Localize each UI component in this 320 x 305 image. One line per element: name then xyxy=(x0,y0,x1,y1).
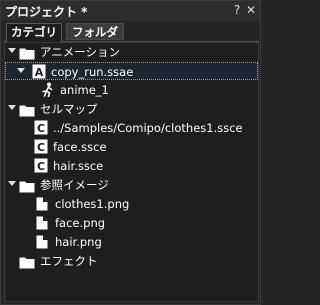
tree-item-hair-ssce[interactable]: C hair.ssce xyxy=(5,157,258,175)
tree-item-label: copy_run.ssae xyxy=(51,65,134,79)
tree-item-clothes1-png[interactable]: clothes1.png xyxy=(5,195,258,213)
tree-item-anime-1[interactable]: anime_1 xyxy=(5,81,258,99)
svg-text:C: C xyxy=(37,141,45,154)
tree-item-label: face.png xyxy=(55,216,106,230)
expand-arrow-icon[interactable] xyxy=(17,68,25,73)
cellmap-file-icon: C xyxy=(34,139,48,158)
tree-item-label: face.ssce xyxy=(53,140,107,154)
project-panel: プロジェクト * ? ✕ カテゴリ フォルダ アニメーション A copy_ru… xyxy=(0,0,261,305)
tree-item-copy-run-ssae[interactable]: A copy_run.ssae xyxy=(5,62,258,80)
tree-item-effect-folder[interactable]: エフェクト xyxy=(5,252,258,270)
tree-item-label: アニメーション xyxy=(40,45,121,59)
tree-item-label: anime_1 xyxy=(60,83,109,97)
expand-arrow-icon[interactable] xyxy=(8,105,16,110)
image-file-icon xyxy=(36,234,48,253)
image-file-icon xyxy=(36,196,48,215)
tree-item-label: hair.ssce xyxy=(53,159,104,173)
folder-icon xyxy=(19,254,35,273)
tree-item-label: 参照イメージ xyxy=(40,178,109,192)
help-button[interactable]: ? xyxy=(230,3,244,18)
svg-text:C: C xyxy=(37,160,45,173)
tree-item-label: hair.png xyxy=(55,235,102,249)
tree-item-face-ssce[interactable]: C face.ssce xyxy=(5,138,258,156)
tree-item-clothes1-ssce[interactable]: C ../Samples/Comipo/clothes1.ssce xyxy=(5,119,258,137)
close-button[interactable]: ✕ xyxy=(244,3,258,18)
svg-text:C: C xyxy=(37,122,45,135)
running-figure-icon xyxy=(41,82,55,101)
tree-item-hair-png[interactable]: hair.png xyxy=(5,233,258,251)
view-tabs: カテゴリ フォルダ xyxy=(4,22,259,42)
tab-folder[interactable]: フォルダ xyxy=(66,23,124,40)
image-file-icon xyxy=(36,215,48,234)
cellmap-file-icon: C xyxy=(34,120,48,139)
panel-titlebar[interactable]: プロジェクト * ? ✕ xyxy=(1,1,260,21)
cellmap-file-icon: C xyxy=(34,158,48,177)
tree-item-animation-folder[interactable]: アニメーション xyxy=(5,43,258,61)
tree-item-label: clothes1.png xyxy=(55,197,130,211)
tree-item-face-png[interactable]: face.png xyxy=(5,214,258,232)
project-tree: アニメーション A copy_run.ssae anime_1 セルマップ C … xyxy=(4,42,259,302)
expand-arrow-icon[interactable] xyxy=(8,181,16,186)
tree-item-label: エフェクト xyxy=(40,254,98,268)
expand-arrow-icon[interactable] xyxy=(8,48,16,53)
tab-category[interactable]: カテゴリ xyxy=(6,23,62,42)
panel-title: プロジェクト * xyxy=(5,5,88,19)
tree-item-label: セルマップ xyxy=(40,102,98,116)
tree-item-label: ../Samples/Comipo/clothes1.ssce xyxy=(53,121,243,135)
svg-text:A: A xyxy=(35,66,44,79)
tree-item-cellmap-folder[interactable]: セルマップ xyxy=(5,100,258,118)
tree-item-reference-image-folder[interactable]: 参照イメージ xyxy=(5,176,258,194)
